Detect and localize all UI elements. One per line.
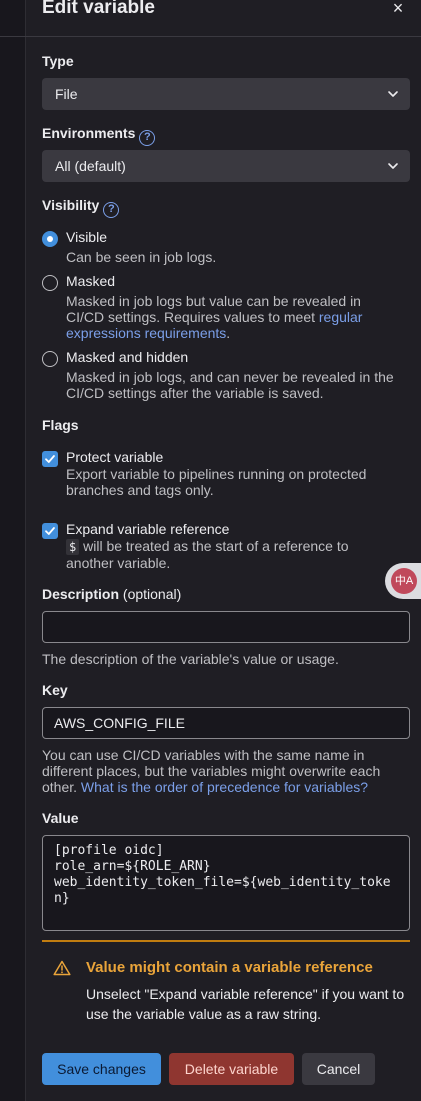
visibility-label: Visibility?: [42, 197, 120, 218]
visible-option-desc: Can be seen in job logs.: [66, 249, 217, 265]
protect-variable-checkbox[interactable]: [42, 451, 58, 467]
type-select-value: File: [55, 86, 78, 102]
cancel-button[interactable]: Cancel: [302, 1053, 375, 1085]
drawer-header: Edit variable ×: [26, 0, 421, 37]
description-help: The description of the variable's value …: [42, 651, 339, 667]
environments-select-value: All (default): [55, 158, 126, 174]
help-icon[interactable]: ?: [103, 202, 120, 218]
page-backdrop: [0, 0, 26, 1101]
check-icon: [45, 527, 55, 535]
masked-option-desc-end: .: [226, 325, 231, 341]
save-changes-button[interactable]: Save changes: [42, 1053, 161, 1085]
expand-variable-desc: $ will be treated as the start of a refe…: [66, 538, 396, 571]
check-icon: [45, 455, 55, 463]
key-label: Key: [42, 682, 68, 698]
precedence-link[interactable]: What is the order of precedence for vari…: [81, 779, 368, 795]
flags-label: Flags: [42, 417, 79, 433]
description-label: Description (optional): [42, 586, 181, 602]
environments-label-text: Environments: [42, 125, 136, 141]
environments-label: Environments?: [42, 125, 156, 146]
expand-variable-desc-text: will be treated as the start of a refere…: [66, 538, 349, 571]
visibility-option-masked-hidden[interactable]: Masked and hidden Masked in job logs, an…: [42, 349, 402, 405]
visibility-label-text: Visibility: [42, 197, 100, 213]
chevron-down-icon: [388, 91, 398, 97]
drawer-title: Edit variable: [42, 0, 155, 18]
environments-select[interactable]: All (default): [42, 150, 410, 182]
alert-body: Unselect "Expand variable reference" if …: [86, 986, 405, 1022]
masked-option-desc: Masked in job logs but value can be reve…: [66, 293, 396, 341]
protect-variable-desc: Export variable to pipelines running on …: [66, 466, 367, 498]
description-label-text: Description: [42, 586, 120, 602]
description-input[interactable]: [42, 611, 410, 643]
translate-icon: 中A: [391, 568, 417, 594]
dollar-code-chip: $: [66, 539, 80, 555]
visible-option-title: Visible: [66, 229, 107, 245]
expand-variable-title: Expand variable reference: [66, 521, 230, 537]
masked-hidden-option-title: Masked and hidden: [66, 349, 189, 365]
value-label: Value: [42, 810, 79, 826]
visibility-option-visible[interactable]: Visible Can be seen in job logs.: [42, 229, 402, 269]
alert-title: Value might contain a variable reference: [86, 959, 373, 976]
key-input[interactable]: AWS_CONFIG_FILE: [42, 707, 410, 739]
protect-variable-title: Protect variable: [66, 449, 164, 465]
key-help: You can use CI/CD variables with the sam…: [42, 747, 414, 795]
type-label: Type: [42, 53, 74, 69]
protect-variable-option[interactable]: Protect variable Export variable to pipe…: [42, 449, 402, 501]
visibility-option-masked[interactable]: Masked Masked in job logs but value can …: [42, 273, 402, 345]
edit-variable-drawer: Edit variable × Type File Environments? …: [26, 0, 421, 1101]
translate-button[interactable]: 中A: [385, 563, 421, 599]
delete-variable-button[interactable]: Delete variable: [169, 1053, 294, 1085]
close-icon[interactable]: ×: [388, 0, 408, 18]
chevron-down-icon: [388, 163, 398, 169]
value-textarea[interactable]: [profile oidc] role_arn=${ROLE_ARN} web_…: [42, 835, 410, 931]
warning-alert: Value might contain a variable reference…: [42, 940, 410, 1030]
masked-hidden-radio[interactable]: [42, 351, 58, 367]
masked-hidden-option-desc: Masked in job logs, and can never be rev…: [66, 369, 394, 401]
masked-option-desc-text: Masked in job logs but value can be reve…: [66, 293, 361, 325]
visible-radio[interactable]: [42, 231, 58, 247]
backdrop-divider: [0, 36, 26, 37]
expand-variable-option[interactable]: Expand variable reference $ will be trea…: [42, 521, 402, 573]
help-icon[interactable]: ?: [139, 130, 156, 146]
masked-option-title: Masked: [66, 273, 116, 289]
masked-radio[interactable]: [42, 275, 58, 291]
expand-variable-checkbox[interactable]: [42, 523, 58, 539]
type-select[interactable]: File: [42, 78, 410, 110]
warning-icon: [53, 960, 71, 976]
optional-text: (optional): [122, 586, 182, 602]
